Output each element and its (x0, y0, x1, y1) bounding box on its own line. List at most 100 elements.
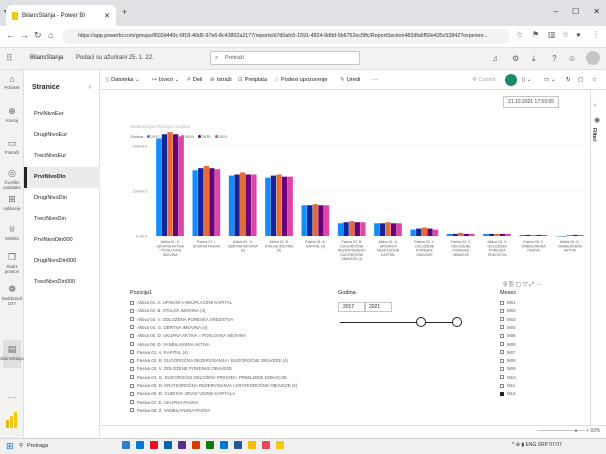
bar-2020[interactable] (281, 176, 288, 236)
mesec-option[interactable]: M09 (500, 366, 516, 371)
pozicija-option[interactable]: Aktiva 01. A. UPISANI A NEUPLAĆENI KAPIT… (130, 300, 232, 305)
filter-eye-icon[interactable]: ◉ (594, 116, 600, 124)
bar-2021[interactable] (578, 234, 584, 236)
rail-home[interactable]: ⌂ Početak (0, 74, 24, 90)
checkbox[interactable] (130, 375, 134, 380)
bar-2018[interactable] (161, 134, 168, 236)
bar-2017[interactable] (519, 234, 525, 236)
set-alert-button[interactable]: ♤ Podesi upozorenje (274, 77, 327, 83)
browser-menu-icon[interactable]: ⋮ (592, 30, 600, 39)
mesec-option[interactable]: M07 (500, 350, 516, 355)
checkbox[interactable] (500, 333, 504, 338)
file-menu[interactable]: ▯ Datoteka ⌄ (106, 77, 140, 83)
year-slider-track[interactable] (340, 322, 456, 323)
checkbox[interactable] (130, 300, 134, 305)
checkbox[interactable] (500, 308, 504, 313)
download-icon[interactable]: ⤓ (532, 54, 536, 64)
bar-2019[interactable] (421, 227, 427, 236)
year-from-input[interactable]: 2017 (338, 302, 366, 312)
page-item-druginivodin000[interactable]: DrugiNivoDin000 (24, 251, 100, 272)
profile-icon[interactable]: ● (576, 30, 581, 39)
avatar[interactable] (586, 51, 600, 65)
mesec-option[interactable]: M05 (500, 333, 516, 338)
filters-label[interactable]: Filteri (591, 128, 597, 142)
rail-datahub[interactable]: ◎ Čvorište podataka (0, 168, 24, 190)
taskbar-app-icon[interactable] (220, 441, 228, 449)
taskbar-app-icon[interactable] (206, 441, 214, 449)
bar-2020[interactable] (318, 205, 324, 236)
bar-2017[interactable] (156, 138, 162, 236)
checkbox[interactable] (130, 342, 134, 346)
slicer-focus-icon[interactable]: ⚲ ⎘ ▢ ▽ ⤢ ··· (503, 281, 542, 289)
bar-2021[interactable] (323, 205, 330, 236)
more-options-button[interactable]: ··· (372, 77, 378, 83)
bar-2017[interactable] (192, 170, 198, 236)
app-view-icon[interactable]: ▭ ⌄ (544, 77, 556, 83)
pozicija-option[interactable]: Aktiva 02. B. STALNA IMOVINA (4) (130, 308, 205, 313)
mesec-option[interactable]: M11 (500, 383, 515, 388)
checkbox[interactable] (130, 317, 134, 322)
page-item-trecinivoeur[interactable]: TreciNivoEur (24, 146, 100, 167)
checkbox[interactable] (500, 366, 504, 371)
bar-2021[interactable] (251, 174, 257, 236)
checkbox[interactable] (500, 342, 504, 346)
rail-dashboard[interactable]: ❁ Dashboard 1GY (0, 284, 24, 306)
mesec-option[interactable]: M08 (500, 358, 516, 363)
taskbar-app-icon[interactable] (150, 441, 158, 449)
bar-2021[interactable] (178, 136, 184, 236)
bar-2019[interactable] (312, 204, 318, 236)
bar-2020[interactable] (209, 168, 215, 236)
checkbox[interactable] (500, 391, 504, 396)
bar-2021[interactable] (432, 229, 439, 236)
notifications-icon[interactable]: ♫ (492, 54, 498, 63)
bar-2017[interactable] (265, 177, 271, 236)
clustered-bar-chart[interactable]: 200mlrd. 100mlrd. 0 mlrd. Aktiva 01. II. UKU… (100, 110, 590, 282)
bar-2019[interactable] (567, 234, 573, 236)
bar-2018[interactable] (270, 175, 277, 236)
page-item-trecinivodin[interactable]: TreciNivoDin (24, 209, 100, 230)
page-item-prvinivodin000[interactable]: PrviNivoDin000 (24, 230, 100, 251)
rail-metrics[interactable]: ♕ Metrika (0, 224, 24, 241)
pozicija-option[interactable]: Pasiva 05. D. KRATKOROČNA REZERVISANJA I… (130, 383, 297, 388)
bar-2019[interactable] (240, 172, 246, 236)
help-icon[interactable]: ? (552, 54, 556, 63)
app-launcher-icon[interactable]: ⠿ (6, 53, 13, 64)
bar-2020[interactable] (172, 134, 179, 236)
zoom-slider[interactable]: - ──────────●── + 93% (536, 428, 600, 434)
rail-create[interactable]: ⊕ Kreiraj (0, 106, 24, 123)
page-item-druginivoeur[interactable]: DrugiNivoEur (24, 125, 100, 146)
bar-2017[interactable] (228, 175, 235, 236)
favorite-report-icon[interactable]: ☆ (592, 77, 597, 83)
filters-pane[interactable] (590, 90, 606, 438)
year-slider-end-handle[interactable] (452, 317, 462, 327)
bar-2019[interactable] (167, 132, 173, 236)
bar-2018[interactable] (234, 174, 240, 236)
minimize-icon[interactable]: – (554, 7, 558, 16)
checkbox[interactable] (130, 400, 134, 405)
checkbox[interactable] (130, 391, 134, 396)
bar-2018[interactable] (452, 233, 458, 236)
data-updated-label[interactable]: Podaci su ažurirani 25. 1. 22. (76, 55, 154, 61)
bar-2019[interactable] (276, 174, 282, 236)
share-button[interactable]: ⇗ Deli (186, 77, 202, 83)
page-item-trecinivodin000[interactable]: TreciNivoDin000 (24, 272, 100, 293)
checkbox[interactable] (130, 408, 134, 413)
bar-2021[interactable] (287, 176, 293, 236)
rail-browse[interactable]: ▭ Pretraži (0, 138, 24, 155)
bar-2018[interactable] (307, 205, 313, 236)
bar-2021[interactable] (360, 222, 366, 236)
back-icon[interactable]: ← (6, 30, 15, 40)
bar-2019[interactable] (349, 221, 355, 236)
checkbox[interactable] (130, 350, 134, 355)
taskbar-app-icon[interactable] (164, 441, 172, 449)
bar-2018[interactable] (488, 233, 495, 236)
rail-apps[interactable]: ⊞ Aplikacije (0, 194, 24, 211)
taskbar-app-icon[interactable] (262, 441, 270, 449)
copilot-status-icon[interactable] (505, 74, 517, 86)
mesec-option[interactable]: M06 (500, 342, 516, 347)
taskbar-app-icon[interactable] (178, 441, 186, 449)
taskbar-search[interactable]: ⚲ Pretraga (19, 440, 115, 452)
mesec-option[interactable]: M12 (500, 391, 516, 396)
browser-tab[interactable]: BilansStanja - Power BI ✕ (6, 5, 116, 26)
bar-2020[interactable] (536, 234, 542, 236)
